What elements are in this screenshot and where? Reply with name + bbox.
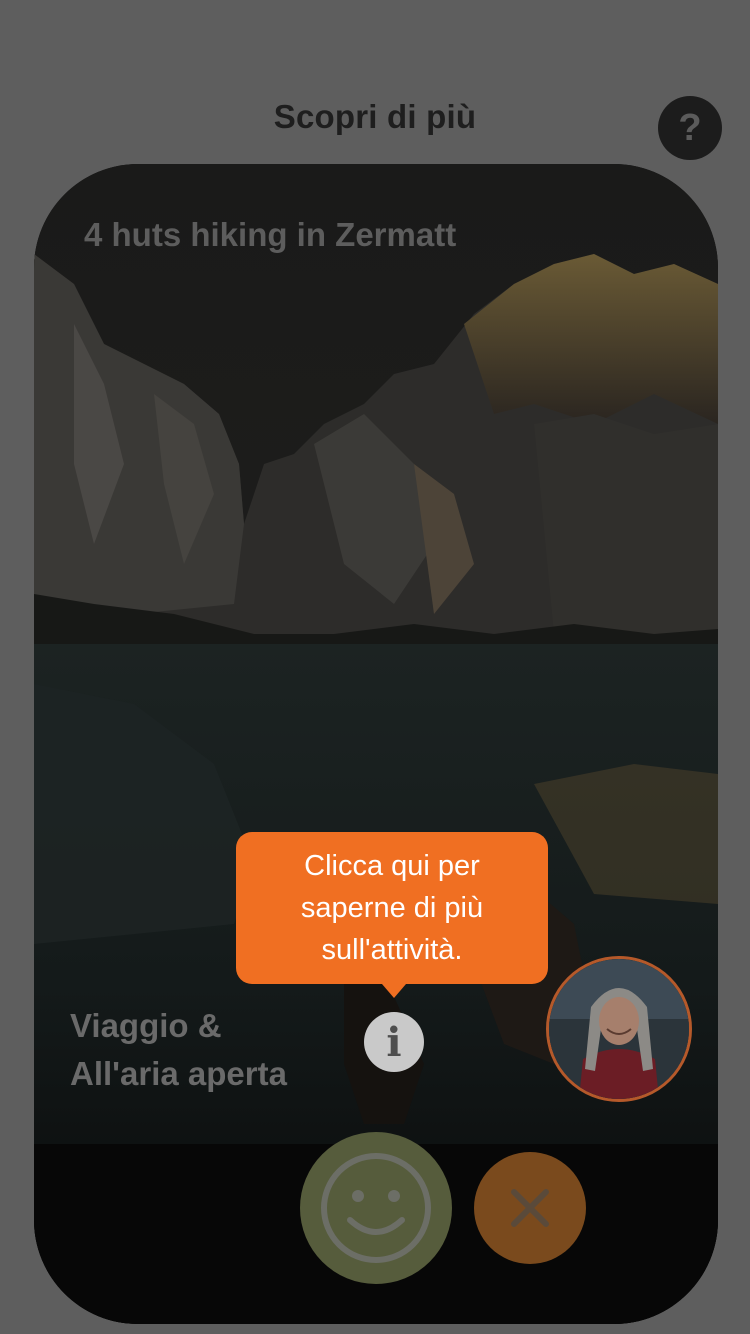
help-button[interactable]: ? bbox=[658, 96, 722, 160]
host-avatar[interactable] bbox=[546, 956, 692, 1102]
tooltip-line-2: saperne di più bbox=[300, 892, 484, 924]
page-title: Scopri di più bbox=[273, 98, 477, 135]
dismiss-button[interactable] bbox=[474, 1152, 586, 1264]
tooltip-line-1: Clicca qui per bbox=[304, 850, 480, 882]
tooltip-line-3: sull'attività. bbox=[321, 934, 463, 966]
question-mark-icon: ? bbox=[678, 106, 702, 149]
activity-title: 4 huts hiking in Zermatt bbox=[84, 216, 457, 253]
info-button[interactable]: i bbox=[364, 1012, 424, 1072]
tooltip-arrow bbox=[382, 984, 406, 998]
close-icon bbox=[511, 1189, 549, 1227]
like-button[interactable] bbox=[300, 1132, 452, 1284]
avatar-image bbox=[549, 959, 689, 1099]
smiley-icon bbox=[321, 1153, 431, 1263]
category-line-1: Viaggio & bbox=[70, 1007, 222, 1044]
info-icon: i bbox=[386, 1018, 402, 1066]
onboarding-tooltip: Clicca qui per saperne di più sull'attiv… bbox=[236, 832, 548, 998]
category-label: Viaggio & All'aria aperta bbox=[70, 1002, 287, 1098]
category-line-2: All'aria aperta bbox=[70, 1055, 287, 1092]
